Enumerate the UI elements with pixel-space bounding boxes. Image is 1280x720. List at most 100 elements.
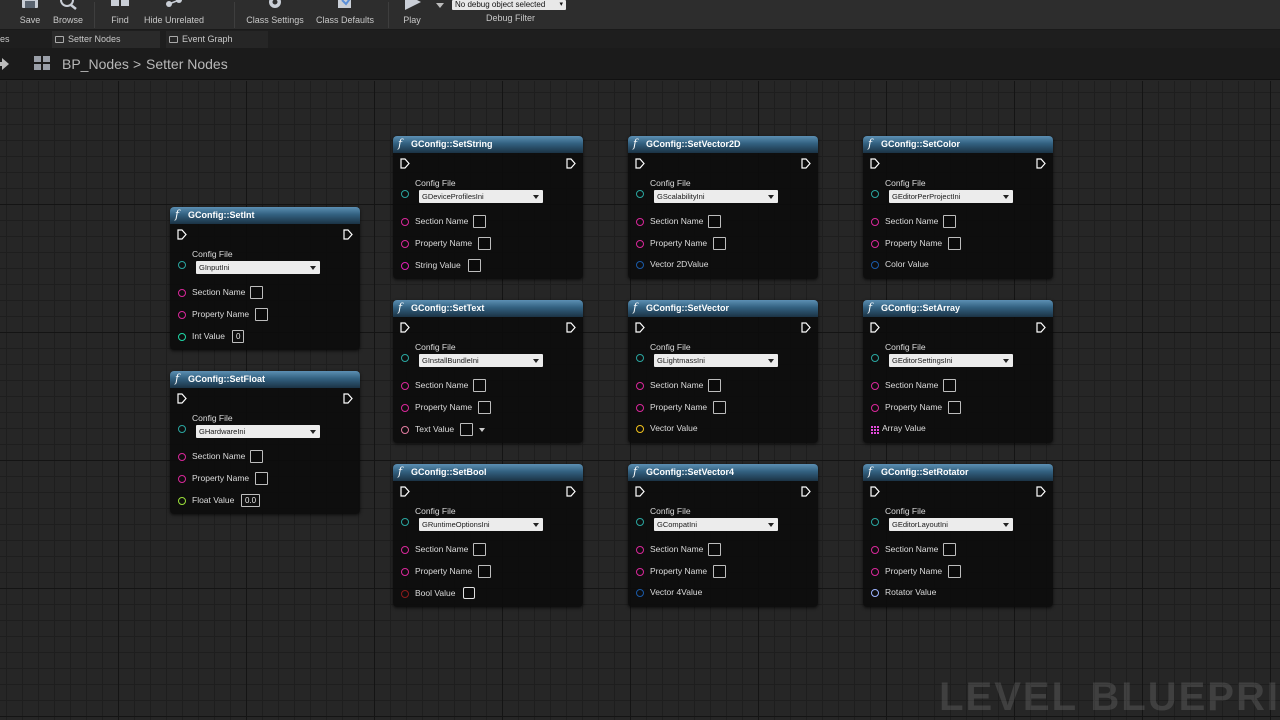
string-value-pin[interactable]: [401, 262, 409, 270]
config-file-pin[interactable]: [178, 425, 186, 433]
node-set-array[interactable]: f GConfig::SetArray Config File GEditorS…: [863, 300, 1053, 443]
section-name-input[interactable]: [473, 543, 486, 556]
node-set-bool[interactable]: f GConfig::SetBool Config File GRuntimeO…: [393, 464, 583, 607]
node-header[interactable]: f GConfig::SetVector: [628, 300, 818, 317]
config-file-pin[interactable]: [871, 190, 879, 198]
section-name-pin[interactable]: [871, 382, 879, 390]
section-name-pin[interactable]: [636, 382, 644, 390]
node-header[interactable]: f GConfig::SetFloat: [170, 371, 360, 388]
config-file-select[interactable]: GEditorSettingsIni: [889, 354, 1013, 367]
hide-unrelated-button[interactable]: Hide Unrelated: [140, 0, 208, 30]
bool-value-checkbox[interactable]: [463, 587, 475, 599]
config-file-select[interactable]: GEditorPerProjectIni: [889, 190, 1013, 203]
property-name-pin[interactable]: [401, 240, 409, 248]
breadcrumb-blueprint[interactable]: BP_Nodes: [62, 56, 129, 72]
vector4-value-pin[interactable]: [636, 589, 644, 597]
config-file-select[interactable]: GEditorLayoutIni: [889, 518, 1013, 531]
tab-setter-nodes[interactable]: Setter Nodes: [52, 31, 160, 48]
section-name-pin[interactable]: [178, 453, 186, 461]
node-header[interactable]: f GConfig::SetString: [393, 136, 583, 153]
exec-output-pin-icon[interactable]: [566, 322, 576, 333]
node-set-vector[interactable]: f GConfig::SetVector Config File GLightm…: [628, 300, 818, 443]
property-name-input[interactable]: [713, 565, 726, 578]
property-name-pin[interactable]: [871, 568, 879, 576]
section-name-pin[interactable]: [871, 546, 879, 554]
section-name-input[interactable]: [943, 543, 956, 556]
node-header[interactable]: f GConfig::SetRotator: [863, 464, 1053, 481]
section-name-input[interactable]: [943, 379, 956, 392]
config-file-select[interactable]: GLightmassIni: [654, 354, 778, 367]
find-button[interactable]: Find: [104, 0, 136, 30]
vector2d-value-pin[interactable]: [636, 261, 644, 269]
color-value-pin[interactable]: [871, 261, 879, 269]
section-name-pin[interactable]: [871, 218, 879, 226]
tab-event-graph[interactable]: Event Graph: [166, 31, 268, 48]
node-set-vector4[interactable]: f GConfig::SetVector4 Config File GCompa…: [628, 464, 818, 607]
text-value-pin[interactable]: [401, 426, 409, 434]
property-name-pin[interactable]: [636, 240, 644, 248]
config-file-pin[interactable]: [401, 518, 409, 526]
class-settings-button[interactable]: Class Settings: [244, 0, 306, 30]
config-file-select[interactable]: GDeviceProfilesIni: [419, 190, 543, 203]
config-file-pin[interactable]: [871, 354, 879, 362]
bool-value-pin[interactable]: [401, 590, 409, 598]
exec-output-pin-icon[interactable]: [801, 486, 811, 497]
exec-input-pin-icon[interactable]: [870, 322, 880, 333]
property-name-input[interactable]: [713, 401, 726, 414]
forward-arrow-icon[interactable]: [2, 58, 9, 70]
property-name-input[interactable]: [478, 565, 491, 578]
section-name-input[interactable]: [250, 286, 263, 299]
section-name-input[interactable]: [473, 379, 486, 392]
property-name-pin[interactable]: [871, 240, 879, 248]
config-file-pin[interactable]: [636, 354, 644, 362]
section-name-input[interactable]: [473, 215, 486, 228]
browse-button[interactable]: Browse: [50, 0, 86, 30]
property-name-input[interactable]: [478, 237, 491, 250]
property-name-input[interactable]: [948, 565, 961, 578]
text-value-input[interactable]: [460, 423, 473, 436]
node-header[interactable]: f GConfig::SetInt: [170, 207, 360, 224]
exec-input-pin-icon[interactable]: [400, 158, 410, 169]
exec-output-pin-icon[interactable]: [1036, 486, 1046, 497]
exec-input-pin-icon[interactable]: [177, 393, 187, 404]
exec-input-pin-icon[interactable]: [177, 229, 187, 240]
config-file-pin[interactable]: [401, 190, 409, 198]
exec-input-pin-icon[interactable]: [870, 158, 880, 169]
exec-input-pin-icon[interactable]: [400, 486, 410, 497]
exec-output-pin-icon[interactable]: [343, 393, 353, 404]
node-set-float[interactable]: f GConfig::SetFloat Config File GHardwar…: [170, 371, 360, 514]
exec-input-pin-icon[interactable]: [635, 486, 645, 497]
config-file-pin[interactable]: [871, 518, 879, 526]
array-pin-icon[interactable]: [870, 425, 879, 434]
config-file-select[interactable]: GCompatIni: [654, 518, 778, 531]
property-name-pin[interactable]: [636, 568, 644, 576]
section-name-input[interactable]: [250, 450, 263, 463]
exec-output-pin-icon[interactable]: [1036, 158, 1046, 169]
exec-output-pin-icon[interactable]: [343, 229, 353, 240]
section-name-input[interactable]: [943, 215, 956, 228]
config-file-pin[interactable]: [178, 261, 186, 269]
node-header[interactable]: f GConfig::SetVector4: [628, 464, 818, 481]
property-name-pin[interactable]: [636, 404, 644, 412]
exec-output-pin-icon[interactable]: [566, 158, 576, 169]
tab-partial[interactable]: es: [0, 31, 10, 48]
chevron-down-icon[interactable]: [479, 428, 485, 432]
play-options-chevron-down-icon[interactable]: [436, 3, 444, 9]
breadcrumb-graph[interactable]: Setter Nodes: [146, 56, 228, 72]
node-set-vector2d[interactable]: f GConfig::SetVector2D Config File GScal…: [628, 136, 818, 279]
property-name-pin[interactable]: [871, 404, 879, 412]
exec-input-pin-icon[interactable]: [635, 158, 645, 169]
node-header[interactable]: f GConfig::SetArray: [863, 300, 1053, 317]
property-name-input[interactable]: [478, 401, 491, 414]
section-name-input[interactable]: [708, 215, 721, 228]
section-name-input[interactable]: [708, 379, 721, 392]
vector-value-pin[interactable]: [636, 425, 644, 433]
property-name-pin[interactable]: [178, 311, 186, 319]
node-header[interactable]: f GConfig::SetColor: [863, 136, 1053, 153]
config-file-select[interactable]: GInputIni: [196, 261, 320, 274]
config-file-select[interactable]: GHardwareIni: [196, 425, 320, 438]
config-file-pin[interactable]: [636, 518, 644, 526]
debug-object-select[interactable]: No debug object selected ▾: [452, 0, 566, 10]
property-name-input[interactable]: [255, 472, 268, 485]
exec-input-pin-icon[interactable]: [400, 322, 410, 333]
